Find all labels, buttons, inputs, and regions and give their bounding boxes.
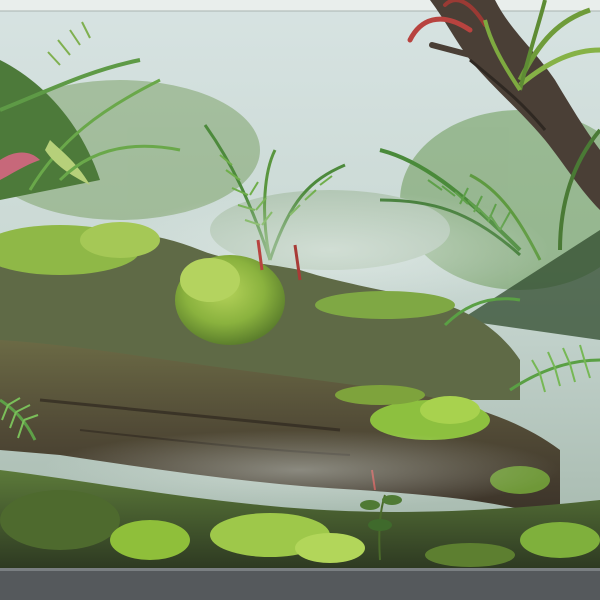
glass-top-edge — [0, 0, 600, 11]
terrarium-scene — [0, 0, 600, 600]
terrarium-frame-bottom — [0, 568, 600, 600]
